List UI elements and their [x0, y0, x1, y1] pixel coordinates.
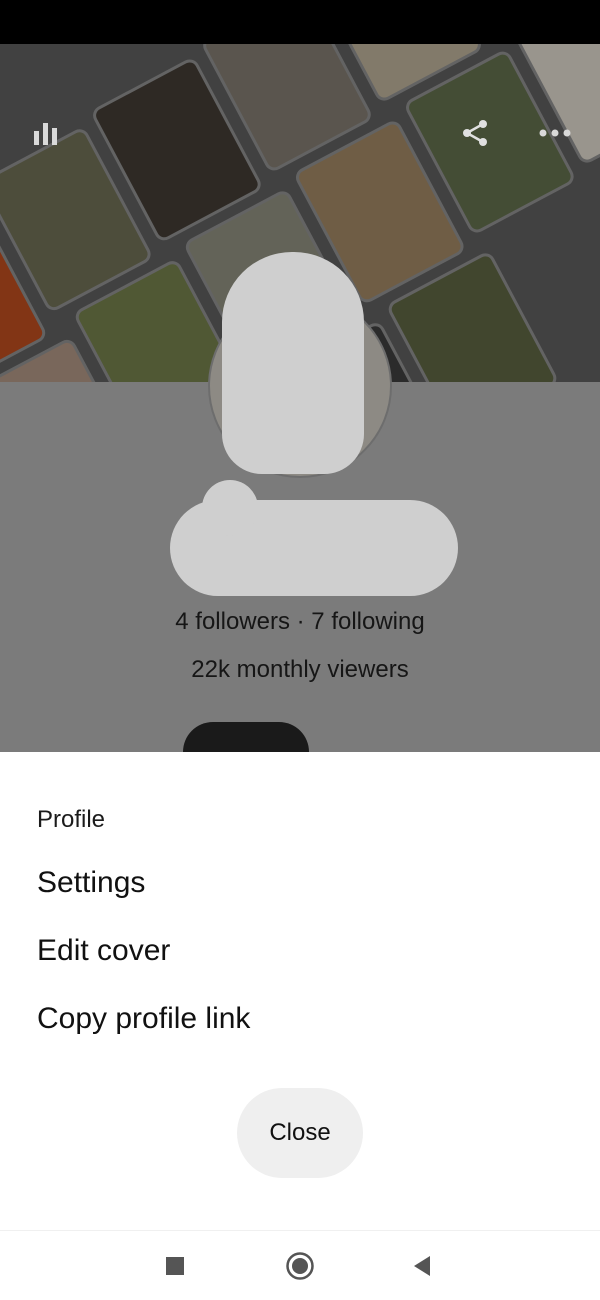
copy-profile-link-menu-item[interactable]: Copy profile link: [37, 1002, 250, 1036]
redaction-mark: [222, 252, 364, 474]
bar-chart-icon[interactable]: [30, 116, 64, 150]
close-button[interactable]: Close: [237, 1088, 363, 1178]
sheet-title: Profile: [37, 806, 106, 833]
edit-cover-menu-item[interactable]: Edit cover: [37, 934, 170, 968]
system-nav-bar: [0, 1230, 600, 1300]
status-bar: [0, 0, 600, 44]
follower-stats[interactable]: 4 followers · 7 following: [0, 608, 600, 636]
settings-menu-item[interactable]: Settings: [37, 866, 145, 900]
square-icon[interactable]: [158, 1249, 192, 1283]
monthly-viewers: 22k monthly viewers: [191, 656, 409, 683]
redaction-mark: [202, 480, 258, 536]
profile-options-sheet: Profile Settings Edit cover Copy profile…: [0, 752, 600, 1230]
share-icon[interactable]: [458, 116, 492, 150]
circle-icon[interactable]: [283, 1249, 317, 1283]
more-options-icon[interactable]: [538, 116, 572, 150]
triangle-back-icon[interactable]: [405, 1249, 439, 1283]
